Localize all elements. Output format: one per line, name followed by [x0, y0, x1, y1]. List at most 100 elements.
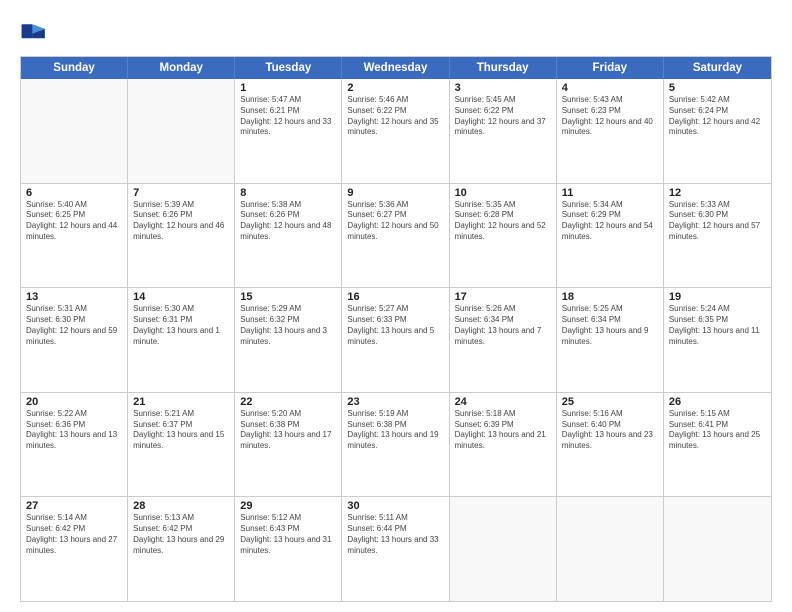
day-number: 14 [133, 291, 229, 303]
cell-details: Sunrise: 5:26 AMSunset: 6:34 PMDaylight:… [455, 304, 551, 347]
cell-details: Sunrise: 5:21 AMSunset: 6:37 PMDaylight:… [133, 409, 229, 452]
cell-details: Sunrise: 5:33 AMSunset: 6:30 PMDaylight:… [669, 200, 766, 243]
header [20, 18, 772, 46]
day-number: 12 [669, 187, 766, 199]
calendar-cell: 8Sunrise: 5:38 AMSunset: 6:26 PMDaylight… [235, 184, 342, 288]
day-number: 27 [26, 500, 122, 512]
calendar-cell: 21Sunrise: 5:21 AMSunset: 6:37 PMDayligh… [128, 393, 235, 497]
day-number: 2 [347, 82, 443, 94]
calendar-cell [128, 79, 235, 183]
calendar-row-2: 13Sunrise: 5:31 AMSunset: 6:30 PMDayligh… [21, 287, 771, 392]
header-day-friday: Friday [557, 57, 664, 79]
cell-details: Sunrise: 5:43 AMSunset: 6:23 PMDaylight:… [562, 95, 658, 138]
cell-details: Sunrise: 5:13 AMSunset: 6:42 PMDaylight:… [133, 513, 229, 556]
calendar-row-3: 20Sunrise: 5:22 AMSunset: 6:36 PMDayligh… [21, 392, 771, 497]
cell-details: Sunrise: 5:36 AMSunset: 6:27 PMDaylight:… [347, 200, 443, 243]
calendar-cell: 1Sunrise: 5:47 AMSunset: 6:21 PMDaylight… [235, 79, 342, 183]
cell-details: Sunrise: 5:12 AMSunset: 6:43 PMDaylight:… [240, 513, 336, 556]
logo [20, 18, 52, 46]
calendar-row-4: 27Sunrise: 5:14 AMSunset: 6:42 PMDayligh… [21, 496, 771, 601]
calendar-cell: 10Sunrise: 5:35 AMSunset: 6:28 PMDayligh… [450, 184, 557, 288]
day-number: 11 [562, 187, 658, 199]
calendar-cell: 17Sunrise: 5:26 AMSunset: 6:34 PMDayligh… [450, 288, 557, 392]
day-number: 18 [562, 291, 658, 303]
day-number: 4 [562, 82, 658, 94]
day-number: 23 [347, 396, 443, 408]
day-number: 17 [455, 291, 551, 303]
calendar-cell: 12Sunrise: 5:33 AMSunset: 6:30 PMDayligh… [664, 184, 771, 288]
cell-details: Sunrise: 5:14 AMSunset: 6:42 PMDaylight:… [26, 513, 122, 556]
calendar-cell: 24Sunrise: 5:18 AMSunset: 6:39 PMDayligh… [450, 393, 557, 497]
day-number: 22 [240, 396, 336, 408]
day-number: 5 [669, 82, 766, 94]
header-day-saturday: Saturday [664, 57, 771, 79]
day-number: 26 [669, 396, 766, 408]
day-number: 20 [26, 396, 122, 408]
calendar-cell: 27Sunrise: 5:14 AMSunset: 6:42 PMDayligh… [21, 497, 128, 601]
cell-details: Sunrise: 5:39 AMSunset: 6:26 PMDaylight:… [133, 200, 229, 243]
cell-details: Sunrise: 5:25 AMSunset: 6:34 PMDaylight:… [562, 304, 658, 347]
calendar-cell: 20Sunrise: 5:22 AMSunset: 6:36 PMDayligh… [21, 393, 128, 497]
logo-icon [20, 18, 48, 46]
calendar-cell: 4Sunrise: 5:43 AMSunset: 6:23 PMDaylight… [557, 79, 664, 183]
cell-details: Sunrise: 5:34 AMSunset: 6:29 PMDaylight:… [562, 200, 658, 243]
calendar-cell: 9Sunrise: 5:36 AMSunset: 6:27 PMDaylight… [342, 184, 449, 288]
cell-details: Sunrise: 5:29 AMSunset: 6:32 PMDaylight:… [240, 304, 336, 347]
cell-details: Sunrise: 5:24 AMSunset: 6:35 PMDaylight:… [669, 304, 766, 347]
calendar-cell: 15Sunrise: 5:29 AMSunset: 6:32 PMDayligh… [235, 288, 342, 392]
calendar: SundayMondayTuesdayWednesdayThursdayFrid… [20, 56, 772, 602]
cell-details: Sunrise: 5:15 AMSunset: 6:41 PMDaylight:… [669, 409, 766, 452]
day-number: 13 [26, 291, 122, 303]
day-number: 10 [455, 187, 551, 199]
calendar-cell: 11Sunrise: 5:34 AMSunset: 6:29 PMDayligh… [557, 184, 664, 288]
cell-details: Sunrise: 5:30 AMSunset: 6:31 PMDaylight:… [133, 304, 229, 347]
day-number: 19 [669, 291, 766, 303]
cell-details: Sunrise: 5:20 AMSunset: 6:38 PMDaylight:… [240, 409, 336, 452]
day-number: 28 [133, 500, 229, 512]
calendar-cell: 19Sunrise: 5:24 AMSunset: 6:35 PMDayligh… [664, 288, 771, 392]
cell-details: Sunrise: 5:31 AMSunset: 6:30 PMDaylight:… [26, 304, 122, 347]
header-day-wednesday: Wednesday [342, 57, 449, 79]
calendar-row-0: 1Sunrise: 5:47 AMSunset: 6:21 PMDaylight… [21, 79, 771, 183]
cell-details: Sunrise: 5:46 AMSunset: 6:22 PMDaylight:… [347, 95, 443, 138]
calendar-cell: 13Sunrise: 5:31 AMSunset: 6:30 PMDayligh… [21, 288, 128, 392]
day-number: 16 [347, 291, 443, 303]
calendar-cell: 16Sunrise: 5:27 AMSunset: 6:33 PMDayligh… [342, 288, 449, 392]
calendar-cell [450, 497, 557, 601]
header-day-thursday: Thursday [450, 57, 557, 79]
calendar-cell: 2Sunrise: 5:46 AMSunset: 6:22 PMDaylight… [342, 79, 449, 183]
cell-details: Sunrise: 5:19 AMSunset: 6:38 PMDaylight:… [347, 409, 443, 452]
header-day-monday: Monday [128, 57, 235, 79]
cell-details: Sunrise: 5:11 AMSunset: 6:44 PMDaylight:… [347, 513, 443, 556]
cell-details: Sunrise: 5:45 AMSunset: 6:22 PMDaylight:… [455, 95, 551, 138]
header-day-tuesday: Tuesday [235, 57, 342, 79]
calendar-cell: 29Sunrise: 5:12 AMSunset: 6:43 PMDayligh… [235, 497, 342, 601]
day-number: 25 [562, 396, 658, 408]
cell-details: Sunrise: 5:38 AMSunset: 6:26 PMDaylight:… [240, 200, 336, 243]
page: SundayMondayTuesdayWednesdayThursdayFrid… [0, 0, 792, 612]
header-day-sunday: Sunday [21, 57, 128, 79]
calendar-cell [21, 79, 128, 183]
day-number: 30 [347, 500, 443, 512]
day-number: 7 [133, 187, 229, 199]
calendar-cell [557, 497, 664, 601]
day-number: 1 [240, 82, 336, 94]
cell-details: Sunrise: 5:16 AMSunset: 6:40 PMDaylight:… [562, 409, 658, 452]
calendar-cell: 6Sunrise: 5:40 AMSunset: 6:25 PMDaylight… [21, 184, 128, 288]
cell-details: Sunrise: 5:47 AMSunset: 6:21 PMDaylight:… [240, 95, 336, 138]
calendar-cell: 18Sunrise: 5:25 AMSunset: 6:34 PMDayligh… [557, 288, 664, 392]
calendar-cell: 25Sunrise: 5:16 AMSunset: 6:40 PMDayligh… [557, 393, 664, 497]
calendar-cell: 5Sunrise: 5:42 AMSunset: 6:24 PMDaylight… [664, 79, 771, 183]
calendar-cell: 22Sunrise: 5:20 AMSunset: 6:38 PMDayligh… [235, 393, 342, 497]
cell-details: Sunrise: 5:27 AMSunset: 6:33 PMDaylight:… [347, 304, 443, 347]
calendar-cell: 23Sunrise: 5:19 AMSunset: 6:38 PMDayligh… [342, 393, 449, 497]
day-number: 6 [26, 187, 122, 199]
cell-details: Sunrise: 5:42 AMSunset: 6:24 PMDaylight:… [669, 95, 766, 138]
day-number: 29 [240, 500, 336, 512]
calendar-row-1: 6Sunrise: 5:40 AMSunset: 6:25 PMDaylight… [21, 183, 771, 288]
day-number: 9 [347, 187, 443, 199]
calendar-cell: 3Sunrise: 5:45 AMSunset: 6:22 PMDaylight… [450, 79, 557, 183]
cell-details: Sunrise: 5:40 AMSunset: 6:25 PMDaylight:… [26, 200, 122, 243]
cell-details: Sunrise: 5:35 AMSunset: 6:28 PMDaylight:… [455, 200, 551, 243]
cell-details: Sunrise: 5:22 AMSunset: 6:36 PMDaylight:… [26, 409, 122, 452]
